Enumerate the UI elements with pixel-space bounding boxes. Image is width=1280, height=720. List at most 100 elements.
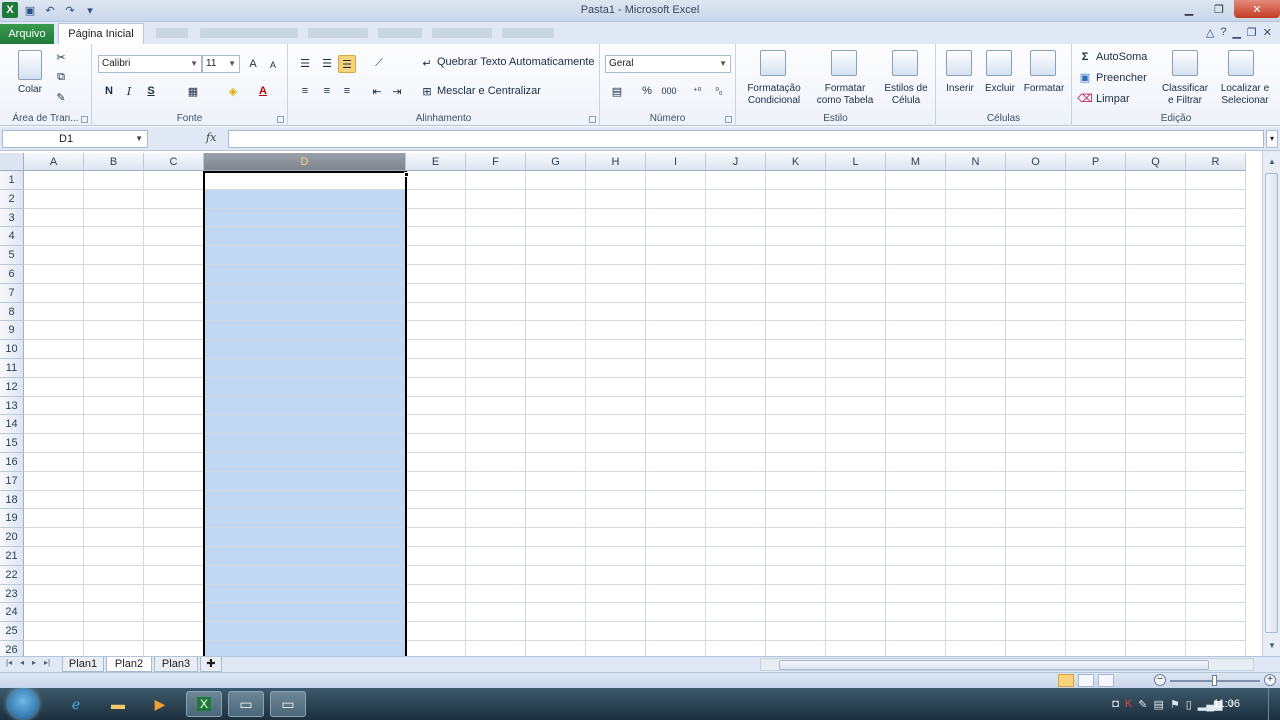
name-box[interactable]: D1 ▼ (2, 130, 148, 148)
row-header-22[interactable]: 22 (0, 565, 24, 585)
cut-icon[interactable]: ✂ (52, 48, 70, 66)
find-select-icon[interactable] (1228, 50, 1254, 76)
column-header-e[interactable]: E (406, 153, 466, 171)
insert-button[interactable]: Inserir (940, 83, 980, 95)
vertical-scrollbar[interactable]: ▲ ▼ (1262, 151, 1280, 656)
row-header-20[interactable]: 20 (0, 528, 24, 547)
number-launcher-icon[interactable] (725, 116, 732, 123)
sheet-tab-plan1[interactable]: Plan1 (62, 657, 104, 672)
row-header-10[interactable]: 10 (0, 340, 24, 359)
row-header-14[interactable]: 14 (0, 415, 24, 435)
workbook-close-icon[interactable]: ✕ (1263, 26, 1272, 39)
tray-network-drive-icon[interactable]: ▤ (1153, 698, 1163, 711)
wrap-text-button[interactable]: Quebrar Texto Automaticamente (437, 56, 595, 68)
worksheet-grid[interactable]: A B C D E F G H I J K L M N O P Q R 1 2 3 4 5 6 7 8 9 10 11 12 13 14 15 1… (0, 153, 1262, 656)
media-player-icon[interactable]: ▶ (142, 691, 178, 717)
align-middle-icon[interactable]: ☰ (318, 54, 336, 72)
column-header-d[interactable]: D (204, 153, 406, 171)
percent-button[interactable]: % (638, 82, 656, 100)
column-header-l[interactable]: L (826, 153, 886, 171)
decrease-decimal-icon[interactable]: ⁰₀ (710, 82, 728, 100)
row-header-13[interactable]: 13 (0, 396, 24, 416)
align-top-icon[interactable]: ☰ (296, 54, 314, 72)
fill-button[interactable]: Preencher (1096, 72, 1147, 84)
row-header-9[interactable]: 9 (0, 321, 24, 341)
row-header-6[interactable]: 6 (0, 265, 24, 284)
column-header-g[interactable]: G (526, 153, 586, 171)
column-header-a[interactable]: A (24, 153, 84, 171)
start-button[interactable] (8, 689, 38, 719)
tab-insert[interactable] (156, 28, 188, 38)
zoom-in-button[interactable]: + (1264, 674, 1276, 686)
column-header-o[interactable]: O (1006, 153, 1066, 171)
row-header-25[interactable]: 25 (0, 622, 24, 641)
first-sheet-icon[interactable]: |◂ (6, 658, 12, 667)
number-format-select[interactable]: Geral ▼ (605, 55, 731, 73)
paste-button[interactable]: Colar (10, 84, 50, 96)
column-header-h[interactable]: H (586, 153, 646, 171)
row-header-16[interactable]: 16 (0, 453, 24, 472)
tray-antivirus-icon[interactable]: K (1125, 698, 1132, 710)
tab-data[interactable] (378, 28, 422, 38)
tab-page-layout[interactable] (200, 28, 298, 38)
format-button[interactable]: Formatar (1020, 83, 1068, 95)
clear-button[interactable]: Limpar (1096, 93, 1130, 105)
insert-function-button[interactable]: fx (206, 131, 216, 144)
alignment-launcher-icon[interactable] (589, 116, 596, 123)
tray-flag-icon[interactable]: ⚑ (1170, 698, 1180, 711)
sheet-tab-plan3[interactable]: Plan3 (154, 657, 198, 672)
column-header-j[interactable]: J (706, 153, 766, 171)
bold-button[interactable]: N (100, 82, 118, 100)
row-header-24[interactable]: 24 (0, 603, 24, 623)
row-header-4[interactable]: 4 (0, 227, 24, 247)
column-header-p[interactable]: P (1066, 153, 1126, 171)
row-header-26[interactable]: 26 (0, 641, 24, 656)
minimize-ribbon-icon[interactable]: △ (1206, 26, 1214, 39)
format-cells-icon[interactable] (1030, 50, 1056, 76)
excel-task-icon[interactable]: X (186, 691, 222, 717)
grow-font-icon[interactable]: A (244, 55, 262, 73)
row-header-2[interactable]: 2 (0, 189, 24, 209)
row-header-11[interactable]: 11 (0, 359, 24, 378)
help-icon[interactable]: ? (1220, 26, 1226, 39)
sort-filter-icon[interactable] (1172, 50, 1198, 76)
clipboard-launcher-icon[interactable] (81, 116, 88, 123)
conditional-formatting-button[interactable]: Formatação Condicional (738, 83, 810, 107)
autosum-button[interactable]: AutoSoma (1096, 51, 1147, 63)
row-header-5[interactable]: 5 (0, 246, 24, 265)
paste-icon[interactable] (18, 50, 42, 80)
clear-icon[interactable]: ⌫ (1076, 89, 1094, 107)
column-header-m[interactable]: M (886, 153, 946, 171)
copy-icon[interactable]: ⧉ (52, 68, 70, 86)
vertical-scroll-thumb[interactable] (1265, 173, 1278, 633)
row-header-19[interactable]: 19 (0, 509, 24, 529)
cell-styles-icon[interactable] (892, 50, 918, 76)
format-as-table-button[interactable]: Formatar como Tabela (810, 83, 880, 107)
taskbar-clock[interactable]: 11:06 (1213, 698, 1240, 710)
last-sheet-icon[interactable]: ▸| (44, 658, 50, 667)
orientation-icon[interactable]: ⟋ (370, 54, 388, 72)
page-layout-view-icon[interactable] (1078, 674, 1094, 687)
row-header-23[interactable]: 23 (0, 584, 24, 604)
insert-sheet-icon[interactable]: ✚ (200, 657, 222, 672)
sort-filter-button[interactable]: Classificar e Filtrar (1156, 83, 1214, 107)
restore-button[interactable]: ❐ (1204, 0, 1234, 18)
increase-decimal-icon[interactable]: ⁺⁰ (688, 82, 706, 100)
currency-icon[interactable]: ▤ (608, 82, 626, 100)
tab-view[interactable] (502, 28, 554, 38)
column-header-f[interactable]: F (466, 153, 526, 171)
row-header-18[interactable]: 18 (0, 490, 24, 510)
shrink-font-icon[interactable]: A (264, 56, 282, 74)
thousands-button[interactable]: 000 (660, 82, 678, 100)
row-header-7[interactable]: 7 (0, 283, 24, 303)
formula-input[interactable] (228, 130, 1264, 148)
select-all-button[interactable] (0, 153, 24, 171)
column-header-b[interactable]: B (84, 153, 144, 171)
font-color-icon[interactable]: A (254, 82, 272, 100)
tab-review[interactable] (432, 28, 492, 38)
align-right-icon[interactable]: ≡ (338, 82, 356, 100)
font-size-select[interactable]: 11 ▼ (202, 55, 240, 73)
workbook-minimize-icon[interactable]: ▁ (1232, 26, 1240, 39)
insert-cells-icon[interactable] (946, 50, 972, 76)
format-as-table-icon[interactable] (831, 50, 857, 76)
